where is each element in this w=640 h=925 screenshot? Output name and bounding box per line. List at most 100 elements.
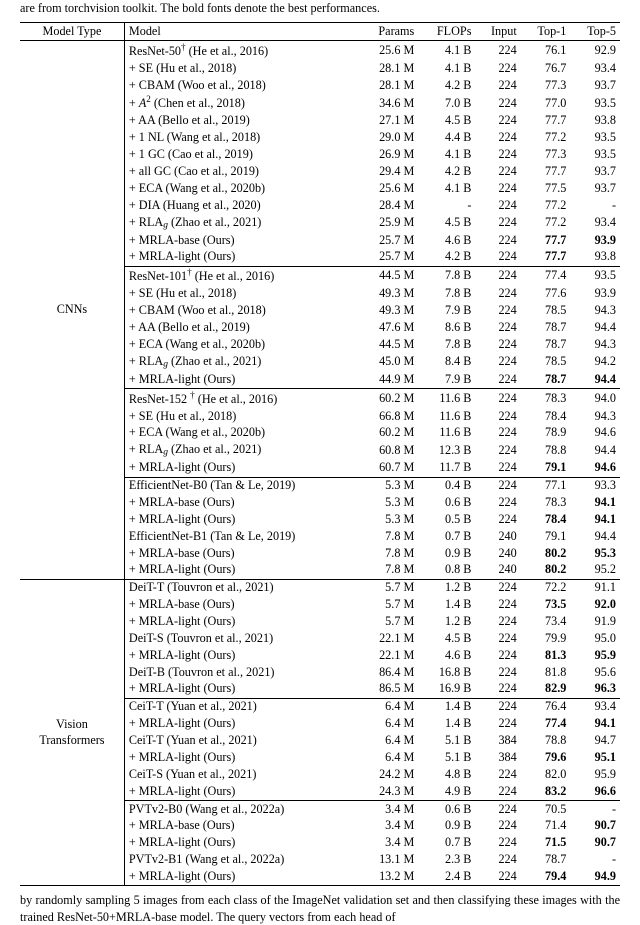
- cell: 224: [475, 77, 520, 94]
- cell: 7.8 B: [418, 286, 475, 303]
- cell: 0.9 B: [418, 818, 475, 835]
- cell: 0.8 B: [418, 562, 475, 579]
- cell: 78.5: [521, 303, 571, 320]
- cell: 44.9 M: [359, 371, 418, 388]
- cell: 91.1: [570, 579, 620, 596]
- cell: 77.5: [521, 180, 571, 197]
- cell: 224: [475, 766, 520, 783]
- cell: 77.3: [521, 147, 571, 164]
- cell: 224: [475, 716, 520, 733]
- cell: 78.5: [521, 353, 571, 371]
- cell: 77.7: [521, 163, 571, 180]
- cell: DeiT-S (Touvron et al., 2021): [124, 630, 359, 647]
- cell: 79.4: [521, 868, 571, 885]
- cell: + CBAM (Woo et al., 2018): [124, 303, 359, 320]
- cell: 72.2: [521, 579, 571, 596]
- cell: DeiT-B (Touvron et al., 2021): [124, 664, 359, 681]
- cell: 94.9: [570, 868, 620, 885]
- cell: 66.8 M: [359, 408, 418, 425]
- cell: 44.5 M: [359, 336, 418, 353]
- cell: 4.5 B: [418, 630, 475, 647]
- cell: 384: [475, 733, 520, 750]
- col-top1: Top-1: [521, 23, 571, 41]
- cell: 77.2: [521, 214, 571, 232]
- cell: 94.3: [570, 408, 620, 425]
- cell: 0.9 B: [418, 545, 475, 562]
- cell: ResNet-152 † (He et al., 2016): [124, 389, 359, 408]
- cell: 94.4: [570, 371, 620, 388]
- cell: 224: [475, 868, 520, 885]
- cell: 7.9 B: [418, 303, 475, 320]
- cell: 1.4 B: [418, 698, 475, 715]
- cell: 2.3 B: [418, 852, 475, 869]
- cell: 94.0: [570, 389, 620, 408]
- cell: 76.7: [521, 60, 571, 77]
- cell: 4.9 B: [418, 783, 475, 800]
- cell: 224: [475, 41, 520, 60]
- cell: 4.5 B: [418, 214, 475, 232]
- cell: 93.5: [570, 130, 620, 147]
- cell: 224: [475, 94, 520, 113]
- cell: 93.5: [570, 266, 620, 285]
- cell: 93.8: [570, 249, 620, 266]
- cell: 92.9: [570, 41, 620, 60]
- cell: 4.2 B: [418, 77, 475, 94]
- cell: -: [570, 801, 620, 818]
- cell: 224: [475, 630, 520, 647]
- cell: 93.8: [570, 113, 620, 130]
- cell: 224: [475, 408, 520, 425]
- cell: 224: [475, 371, 520, 388]
- cell: DeiT-T (Touvron et al., 2021): [124, 579, 359, 596]
- cell: PVTv2-B0 (Wang et al., 2022a): [124, 801, 359, 818]
- cell: -: [570, 197, 620, 214]
- cell: 24.3 M: [359, 783, 418, 800]
- cell: 224: [475, 664, 520, 681]
- cell: 1.2 B: [418, 614, 475, 631]
- cell: 79.1: [521, 528, 571, 545]
- cell: 4.1 B: [418, 60, 475, 77]
- col-model: Model: [124, 23, 359, 41]
- col-params: Params: [359, 23, 418, 41]
- cell: 93.9: [570, 232, 620, 249]
- cell: + MRLA-light (Ours): [124, 511, 359, 528]
- cell: 93.4: [570, 214, 620, 232]
- cell: + ECA (Wang et al., 2020b): [124, 336, 359, 353]
- cell: 77.4: [521, 716, 571, 733]
- cell: 95.9: [570, 766, 620, 783]
- table-header-row: Model Type Model Params FLOPs Input Top-…: [20, 23, 620, 41]
- cell: 93.4: [570, 698, 620, 715]
- cell: 6.4 M: [359, 733, 418, 750]
- cell: 78.8: [521, 442, 571, 460]
- cell: 93.4: [570, 60, 620, 77]
- cell: 93.5: [570, 147, 620, 164]
- cell: 224: [475, 214, 520, 232]
- cell: 24.2 M: [359, 766, 418, 783]
- cell: + MRLA-base (Ours): [124, 818, 359, 835]
- cell: 28.1 M: [359, 77, 418, 94]
- cell: 25.9 M: [359, 214, 418, 232]
- cell: + 1 NL (Wang et al., 2018): [124, 130, 359, 147]
- cell: 77.0: [521, 94, 571, 113]
- cell: 1.2 B: [418, 579, 475, 596]
- cell: + 1 GC (Cao et al., 2019): [124, 147, 359, 164]
- cell: 49.3 M: [359, 286, 418, 303]
- cell: + A2 (Chen et al., 2018): [124, 94, 359, 113]
- cell: 27.1 M: [359, 113, 418, 130]
- cell: 7.8 M: [359, 545, 418, 562]
- cell: 22.1 M: [359, 647, 418, 664]
- cell: 1.4 B: [418, 716, 475, 733]
- cell: 4.1 B: [418, 147, 475, 164]
- cell: 86.5 M: [359, 681, 418, 698]
- cell: 95.0: [570, 630, 620, 647]
- cell: 11.6 B: [418, 425, 475, 442]
- cell: 77.1: [521, 477, 571, 494]
- cell: 6.4 M: [359, 716, 418, 733]
- cell: 2.4 B: [418, 868, 475, 885]
- cell: -: [570, 852, 620, 869]
- cell: 71.4: [521, 818, 571, 835]
- cell: + MRLA-light (Ours): [124, 835, 359, 852]
- cell: 7.8 M: [359, 562, 418, 579]
- cell: 60.8 M: [359, 442, 418, 460]
- table-row: CNNsResNet-50† (He et al., 2016)25.6 M4.…: [20, 41, 620, 60]
- cell: CeiT-T (Yuan et al., 2021): [124, 698, 359, 715]
